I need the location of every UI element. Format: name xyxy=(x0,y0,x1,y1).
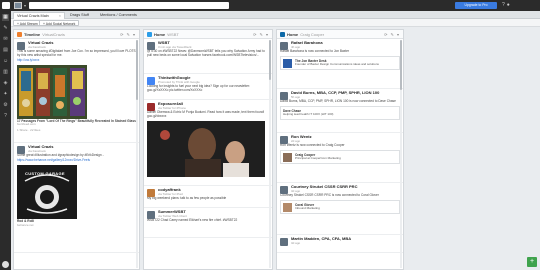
compose-icon[interactable]: ✎ xyxy=(2,25,9,32)
list-item[interactable]: WSBT 3 min ago via TweetDeck @ 5:30 on #… xyxy=(144,39,272,74)
list-item[interactable]: Virtual Crazis via Facebook Some great #… xyxy=(14,143,139,253)
tab-bar: Virtual Crazis Main × Drags Stuff Mentio… xyxy=(11,11,540,19)
avatar[interactable] xyxy=(147,189,155,197)
column-header: Home WSBT ⟳ ✎ ▾ xyxy=(144,30,272,39)
campaigns-icon[interactable]: ◈ xyxy=(2,80,9,87)
scrollbar[interactable] xyxy=(136,40,138,268)
column-header: Home Craig Cooper ⟳ ✎ ▾ xyxy=(277,30,403,39)
top-icons[interactable]: ?● xyxy=(502,2,512,8)
stained-glass-illustration xyxy=(17,64,87,119)
stream-column-timeline: Timeline VirtualCrazis ⟳ ✎ ▾ Virtual Cra… xyxy=(13,29,140,270)
list-item[interactable]: ThinkwithGoogle Promoted by Think with G… xyxy=(144,74,272,100)
card-thumbnail xyxy=(283,202,292,212)
avatar[interactable] xyxy=(280,136,288,144)
upgrade-button[interactable]: Upgrade to Pro xyxy=(455,2,497,9)
list-item[interactable]: Martin Madden, CPA, CFA, MBA 3d ago xyxy=(277,235,403,253)
rss-icon xyxy=(17,32,22,37)
assignments-icon[interactable]: ✉ xyxy=(2,36,9,43)
add-stream-button[interactable]: + Add Stream xyxy=(13,20,42,26)
scrollbar[interactable] xyxy=(400,40,402,268)
avatar[interactable] xyxy=(17,42,25,50)
connection-card[interactable]: The Jon Baxter Desk Founder of Baxter De… xyxy=(280,55,400,70)
profile-avatar[interactable] xyxy=(14,2,22,9)
connection-card[interactable]: Coral Glover Inbound Marketing xyxy=(280,199,400,214)
list-item[interactable]: Ron Wentz 2d ago Ron Wentz is now connec… xyxy=(277,133,403,183)
linkedin-icon xyxy=(280,32,285,37)
avatar[interactable] xyxy=(147,42,155,50)
chevron-down-icon[interactable]: ▾ xyxy=(24,3,26,8)
column-header: Timeline VirtualCrazis ⟳ ✎ ▾ xyxy=(14,30,139,39)
avatar[interactable] xyxy=(147,77,155,85)
tab-mentions-comments[interactable]: Mentions / Comments xyxy=(97,12,145,19)
add-social-network-button[interactable]: + Add Social Network xyxy=(39,20,80,26)
avatar[interactable] xyxy=(280,42,288,50)
streams-icon[interactable]: ▦ xyxy=(2,14,9,21)
list-item[interactable]: SummerWSBT via Twitter Web Client WSBT22… xyxy=(144,208,272,238)
photo-illustration xyxy=(147,120,265,177)
column-controls-icon[interactable]: ⟳ ✎ ▾ xyxy=(253,32,269,37)
art-text: CUSTOM GARAGE xyxy=(25,170,65,176)
avatar[interactable] xyxy=(17,146,25,154)
photo-image[interactable] xyxy=(147,120,265,177)
avatar[interactable] xyxy=(280,92,288,100)
connection-card[interactable]: Dave Chase Helping lead health IT 100X (… xyxy=(280,105,400,120)
list-item[interactable]: Exposure4all via Twitter for iPhone Dani… xyxy=(144,100,272,186)
list-item[interactable]: codyaffrank via Twitter for iPad My big … xyxy=(144,186,272,208)
stream-toolbar: + Add Stream + Add Social Network xyxy=(11,19,540,27)
card-thumbnail xyxy=(283,58,292,68)
help-center-icon[interactable]: ? xyxy=(2,113,9,120)
list-item[interactable]: Virtual Crazis via Facebook This is some… xyxy=(14,39,139,143)
column-controls-icon[interactable]: ⟳ ✎ ▾ xyxy=(120,32,136,37)
user-avatar[interactable] xyxy=(2,261,9,268)
contacts-icon[interactable]: ☺ xyxy=(2,58,9,65)
twitter-icon xyxy=(147,32,152,37)
left-sidebar: ▦ ✎ ✉ ▤ ☺ ▥ ◈ ✦ ⚙ ? xyxy=(0,11,11,270)
stained-glass-image[interactable] xyxy=(17,64,87,119)
tab-virtual-crazis-main[interactable]: Virtual Crazis Main × xyxy=(13,12,65,19)
stream-column-twitter-home: Home WSBT ⟳ ✎ ▾ WSBT 3 min ago via Tweet… xyxy=(143,29,273,270)
bell-icon[interactable]: ● xyxy=(507,2,512,8)
stream-column-linkedin-home: Home Craig Cooper ⟳ ✎ ▾ Rafael Barahona … xyxy=(276,29,404,270)
tab-drags-stuff[interactable]: Drags Stuff xyxy=(67,12,95,19)
avatar[interactable] xyxy=(147,103,155,111)
top-bar: ▾ Upgrade to Pro ?● xyxy=(0,0,540,11)
analytics-icon[interactable]: ▤ xyxy=(2,47,9,54)
publisher-icon[interactable]: ▥ xyxy=(2,69,9,76)
compose-fab-button[interactable]: + xyxy=(527,257,537,267)
column-controls-icon[interactable]: ⟳ ✎ ▾ xyxy=(384,32,400,37)
compose-input[interactable] xyxy=(29,2,229,9)
scrollbar[interactable] xyxy=(269,40,271,268)
custom-garage-image[interactable]: CUSTOM GARAGE xyxy=(17,164,77,219)
list-item[interactable]: Courtney Strukel CSSR CSRR PRC 3d ago Co… xyxy=(277,183,403,235)
avatar[interactable] xyxy=(147,211,155,219)
card-thumbnail xyxy=(283,152,292,162)
avatar[interactable] xyxy=(280,186,288,194)
hootsuite-logo-icon[interactable] xyxy=(2,2,10,9)
list-item[interactable]: Rafael Barahona 4h ago Rafael Barahona i… xyxy=(277,39,403,89)
tools-icon[interactable]: ✦ xyxy=(2,91,9,98)
avatar[interactable] xyxy=(280,238,288,246)
list-item[interactable]: David Burns, MBA, CCP, PMP, SPHR, LION 1… xyxy=(277,89,403,133)
connection-card[interactable]: Craig Cooper Principal at CooperCom Mark… xyxy=(280,149,400,164)
settings-icon[interactable]: ⚙ xyxy=(2,102,9,109)
